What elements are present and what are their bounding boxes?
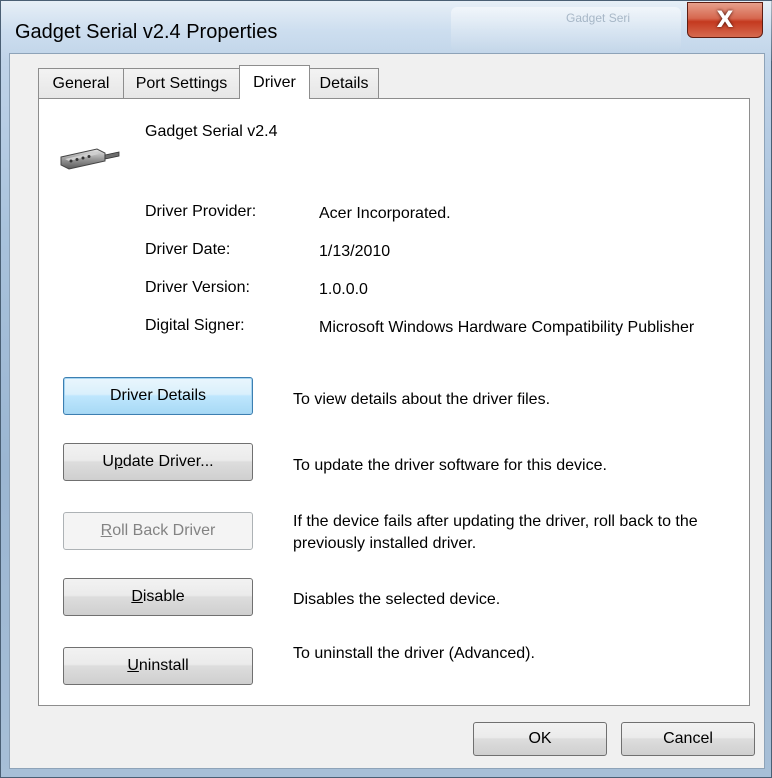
update-driver-button[interactable]: Up date Driver... — [63, 443, 253, 481]
driver-details-button[interactable]: Driver Details — [63, 377, 253, 415]
properties-window: Gadget Seri Gadget Serial v2.4 Propertie… — [0, 0, 772, 778]
tab-general[interactable]: General — [38, 68, 124, 98]
button-mnemonic: p — [113, 453, 123, 470]
background-window-text: Gadget Seri — [566, 11, 631, 25]
ok-label: OK — [528, 730, 552, 747]
close-button[interactable]: X — [687, 2, 763, 38]
tab-details[interactable]: Details — [309, 68, 379, 98]
digital-signer-label: Digital Signer: — [145, 317, 245, 334]
button-label: Driver Details — [109, 387, 206, 404]
uninstall-description: To uninstall the driver (Advanced). — [293, 645, 535, 662]
ok-button[interactable]: OK — [473, 722, 607, 756]
digital-signer-value: Microsoft Windows Hardware Compatibility… — [319, 319, 695, 336]
title-bar[interactable]: Gadget Seri Gadget Serial v2.4 Propertie… — [1, 1, 772, 61]
cancel-button[interactable]: Cancel — [621, 722, 755, 756]
update-driver-description: To update the driver software for this d… — [293, 457, 607, 474]
disable-description: Disables the selected device. — [293, 591, 501, 608]
driver-date-value: 1/13/2010 — [319, 243, 391, 260]
driver-version-label: Driver Version: — [145, 279, 250, 296]
driver-details-description: To view details about the driver files. — [293, 391, 551, 408]
tab-port-settings[interactable]: Port Settings — [123, 68, 240, 98]
close-icon: X — [716, 7, 734, 33]
cancel-label: Cancel — [663, 730, 713, 747]
button-label-part: ninstall — [138, 657, 189, 674]
uninstall-button[interactable]: Uninstall — [63, 647, 253, 685]
dialog-client-area: General Port Settings Driver Details Gad… — [9, 53, 765, 769]
button-label-part: date Driver... — [122, 453, 214, 470]
driver-provider-label: Driver Provider: — [145, 203, 257, 220]
tab-label: Details — [319, 74, 369, 92]
serial-port-connector-icon — [59, 143, 121, 178]
driver-tab-panel: Gadget Serial v2.4 Driver Provider: Acer… — [38, 98, 750, 706]
roll-back-driver-button[interactable]: Roll Back Driver — [63, 512, 253, 550]
disable-button[interactable]: Disable — [63, 578, 253, 616]
window-title: Gadget Serial v2.4 Properties — [15, 21, 278, 43]
button-label-part: isable — [142, 588, 185, 605]
driver-date-label: Driver Date: — [145, 241, 231, 258]
tab-label: Driver — [253, 73, 296, 91]
driver-provider-value: Acer Incorporated. — [319, 205, 451, 222]
button-mnemonic: R — [100, 522, 113, 539]
button-mnemonic: D — [131, 588, 143, 605]
button-label-part: oll Back Driver — [112, 522, 216, 539]
tab-driver[interactable]: Driver — [239, 65, 310, 99]
device-name: Gadget Serial v2.4 — [145, 123, 278, 140]
driver-version-value: 1.0.0.0 — [319, 281, 368, 298]
tab-label: Port Settings — [135, 74, 228, 92]
tab-label: General — [52, 74, 110, 92]
button-mnemonic: U — [127, 657, 139, 674]
roll-back-driver-description: If the device fails after updating the d… — [293, 513, 698, 552]
button-label-part: U — [102, 453, 114, 470]
